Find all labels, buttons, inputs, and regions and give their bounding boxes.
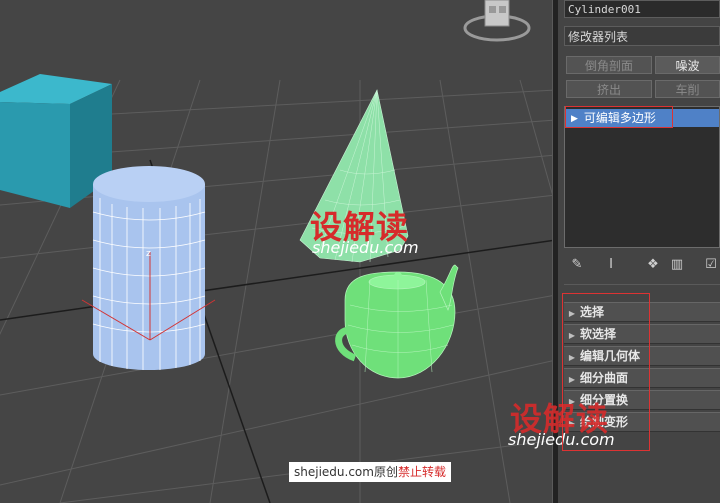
remove-modifier-icon[interactable]: ▥ xyxy=(668,256,686,274)
gizmo-z-label: z xyxy=(146,249,151,259)
lathe-button[interactable]: 车削 xyxy=(655,80,720,98)
show-end-result-icon[interactable]: Ⅰ xyxy=(602,256,620,274)
cylinder-object[interactable]: z xyxy=(81,166,216,370)
scene-canvas[interactable]: z xyxy=(0,0,556,503)
credit-highlight: 禁止转载 xyxy=(397,465,446,479)
configure-modifier-sets-icon[interactable]: ☑ xyxy=(702,256,720,274)
rollouts-highlight-box xyxy=(562,293,650,451)
teapot-object[interactable] xyxy=(335,264,459,379)
extrude-button[interactable]: 挤出 xyxy=(566,80,652,98)
credit-caption: shejiedu.com原创禁止转载 xyxy=(289,462,451,482)
bevel-profile-button[interactable]: 倒角剖面 xyxy=(566,56,652,74)
watermark-url: shejiedu.com xyxy=(312,238,419,257)
object-name-field[interactable]: Cylinder001 xyxy=(564,0,720,18)
stack-item-highlight-box xyxy=(565,106,673,128)
noise-button[interactable]: 噪波 xyxy=(655,56,720,74)
viewcube-icon[interactable] xyxy=(463,0,531,42)
pin-stack-icon[interactable]: ✎ xyxy=(568,256,586,274)
rollout-divider xyxy=(564,284,720,285)
stack-toolbar: ✎ Ⅰ ❖ ▥ ☑ xyxy=(564,256,720,276)
modifier-list-dropdown[interactable]: 修改器列表 xyxy=(564,26,720,46)
credit-text: shejiedu.com原创 xyxy=(294,465,398,479)
make-unique-icon[interactable]: ❖ xyxy=(644,256,662,274)
perspective-viewport[interactable]: z 设解读 shejiedu.com shejiedu.com原创禁止转载 xyxy=(0,0,556,503)
